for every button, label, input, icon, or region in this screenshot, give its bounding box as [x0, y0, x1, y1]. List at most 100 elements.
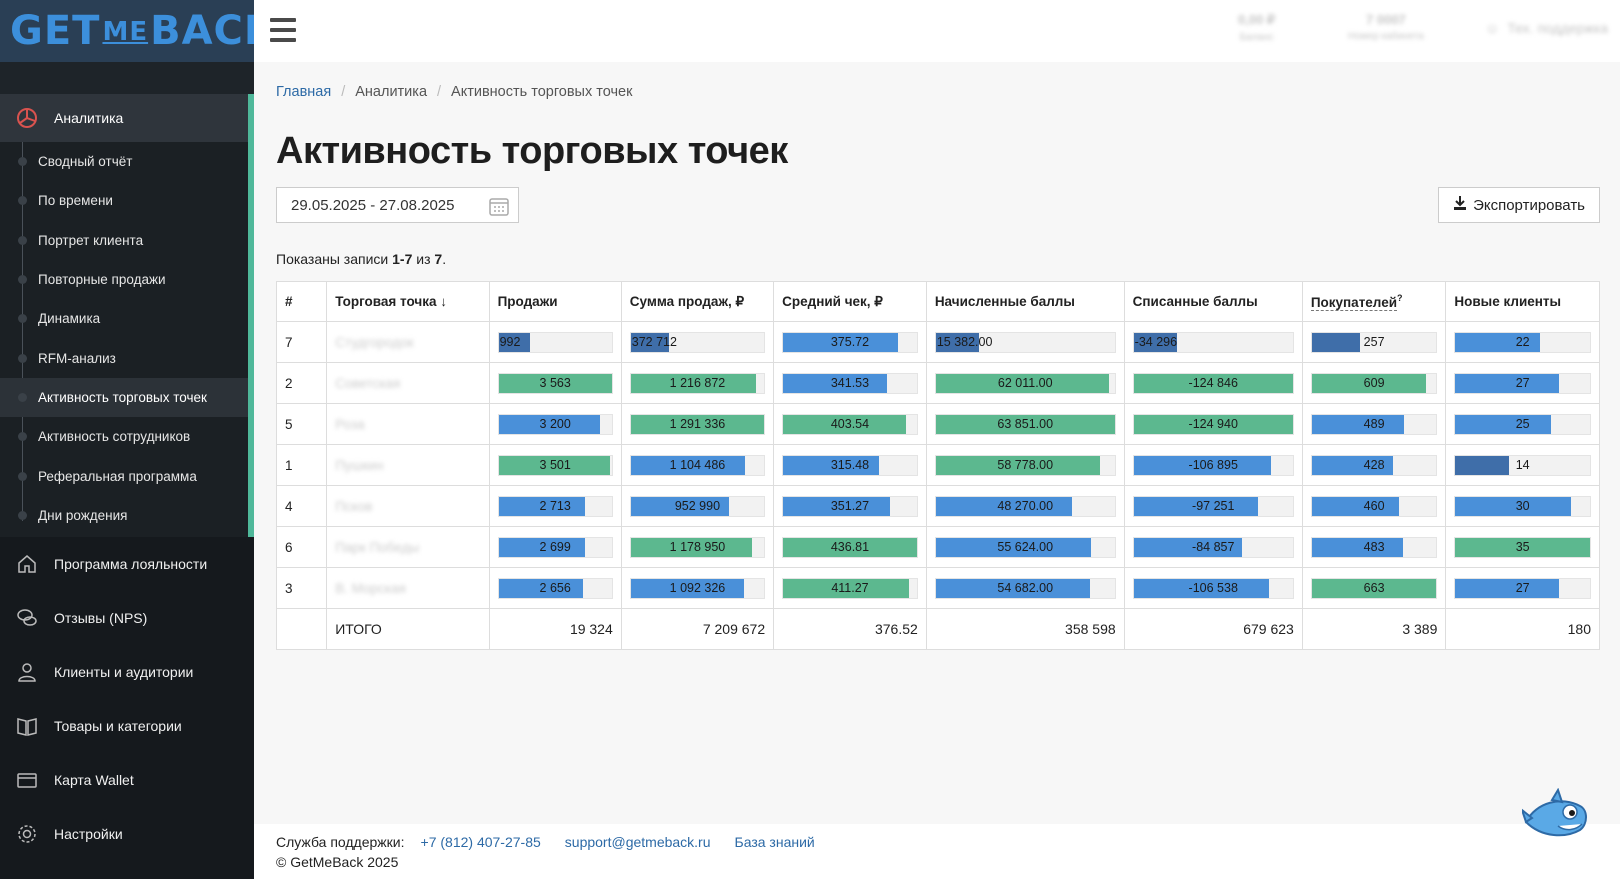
- metric-value: 30: [1515, 499, 1530, 513]
- metric-bar: 1 178 950: [629, 536, 766, 558]
- metric-bar: 2 699: [497, 536, 613, 558]
- metric-cell: 2 699: [488, 526, 622, 568]
- row-number: 7: [275, 321, 328, 363]
- sidebar-subitem-label: Активность сотрудников: [38, 429, 191, 445]
- col-new-clients[interactable]: Новые клиенты: [1445, 281, 1600, 322]
- knowledge-base-link[interactable]: База знаний: [735, 834, 815, 850]
- metric-value: 1 216 872: [669, 376, 726, 390]
- row-number: 1: [275, 444, 328, 486]
- total-value: 19 324: [488, 608, 622, 650]
- sidebar-subitem-by-time[interactable]: По времени: [0, 181, 248, 220]
- sidebar-subitem-label: Портрет клиента: [38, 232, 144, 248]
- metric-bar: 3 563: [497, 372, 613, 394]
- sidebar-item-label: Настройки: [54, 825, 123, 842]
- breadcrumb-home[interactable]: Главная: [276, 84, 331, 100]
- sidebar-subitem-store-activity[interactable]: Активность торговых точек: [0, 377, 248, 418]
- metric-cell: 55 624.00: [925, 526, 1125, 568]
- user-menu[interactable]: ☺ Тех. поддержка: [1485, 20, 1608, 36]
- metric-bar: 609: [1310, 372, 1438, 394]
- sidebar-subitem-referral[interactable]: Реферальная программа: [0, 456, 248, 495]
- sidebar-item-label: Программа лояльности: [54, 555, 208, 572]
- sidebar-subitem-label: Дни рождения: [38, 507, 128, 523]
- total-value: 180: [1445, 608, 1600, 650]
- metric-bar: -106 895: [1132, 454, 1294, 476]
- metric-bar: 2 713: [497, 495, 613, 517]
- col-accrued-points[interactable]: Начисленные баллы: [925, 281, 1125, 322]
- account-stat[interactable]: 7 0007 Номер кабинета: [1348, 12, 1424, 42]
- sidebar-subitem-label: Повторные продажи: [38, 272, 166, 288]
- sidebar-item-clients[interactable]: Клиенты и аудитории: [0, 645, 254, 699]
- metric-bar: 436.81: [782, 536, 918, 558]
- support-phone-link[interactable]: +7 (812) 407-27-85: [421, 834, 541, 850]
- date-range-input[interactable]: 29.05.2025 - 27.08.2025: [276, 187, 519, 223]
- metric-cell: 35: [1445, 526, 1600, 568]
- metric-value: 1 178 950: [669, 540, 726, 554]
- total-value: 376.52: [773, 608, 927, 650]
- metric-cell: 1 291 336: [620, 403, 775, 445]
- metric-bar: 1 092 326: [629, 577, 766, 599]
- metric-bar: 257: [1310, 331, 1438, 353]
- table-body: 7 Студгородок 992 372 712 375.72 15 382.0…: [275, 321, 1600, 650]
- metric-bar: -124 846: [1132, 372, 1294, 394]
- sidebar-subitem-label: Активность торговых точек: [38, 389, 207, 405]
- store-name[interactable]: Парк Победы: [326, 526, 490, 568]
- store-name[interactable]: Псков: [326, 485, 490, 527]
- metric-bar: 63 851.00: [934, 413, 1116, 435]
- sidebar-subitem-repeat-sales[interactable]: Повторные продажи: [0, 260, 248, 299]
- sidebar-item-loyalty[interactable]: Программа лояльности: [0, 537, 254, 591]
- sidebar-subitem-dynamics[interactable]: Динамика: [0, 299, 248, 338]
- analytics-icon: [16, 107, 38, 129]
- metric-value: 428: [1363, 458, 1385, 472]
- sidebar-item-reviews[interactable]: Отзывы (NPS): [0, 591, 254, 645]
- support-label: Служба поддержки:: [276, 834, 405, 850]
- col-buyers[interactable]: Покупателей?: [1301, 281, 1447, 322]
- balance-stat[interactable]: 0,00 ₽ Баланс: [1238, 12, 1275, 43]
- col-avg-check[interactable]: Средний чек, ₽: [773, 281, 927, 322]
- metric-value: 460: [1363, 499, 1385, 513]
- metric-value: 2 699: [539, 540, 571, 554]
- metric-bar: 3 200: [497, 413, 613, 435]
- metric-value: 411.27: [831, 581, 869, 595]
- col-sales-sum[interactable]: Сумма продаж, ₽: [620, 281, 775, 322]
- sidebar-subitem-portrait[interactable]: Портрет клиента: [0, 221, 248, 260]
- export-button[interactable]: Экспортировать: [1438, 187, 1600, 223]
- calendar-icon[interactable]: [488, 195, 510, 221]
- metric-bar: 375.72: [782, 331, 918, 353]
- menu-toggle-icon[interactable]: [270, 18, 296, 42]
- store-name[interactable]: Пушкин: [326, 444, 490, 486]
- sidebar-item-settings[interactable]: Настройки: [0, 807, 254, 861]
- sidebar-subitem-label: Сводный отчёт: [38, 154, 133, 170]
- store-name[interactable]: В. Морская: [326, 567, 490, 609]
- sidebar-subitem-birthdays[interactable]: Дни рождения: [0, 496, 248, 535]
- sidebar-item-products[interactable]: Товары и категории: [0, 699, 254, 753]
- metric-bar: 1 291 336: [629, 413, 766, 435]
- store-name[interactable]: Студгородок: [326, 321, 490, 363]
- sidebar-item-analytics[interactable]: Аналитика: [0, 94, 254, 142]
- metric-cell: 62 011.00: [925, 362, 1125, 404]
- records-summary: Показаны записи 1-7 из 7.: [276, 251, 447, 267]
- sidebar-item-wallet[interactable]: Карта Wallet: [0, 753, 254, 807]
- metric-value: 3 501: [539, 458, 571, 472]
- buyers-hint-icon[interactable]: ?: [1397, 293, 1403, 303]
- support-chat-shark-icon[interactable]: [1519, 787, 1590, 847]
- col-spent-points[interactable]: Списанные баллы: [1123, 281, 1303, 322]
- metric-bar: 25: [1454, 413, 1591, 435]
- home-icon: [16, 553, 38, 575]
- col-sales[interactable]: Продажи: [488, 281, 622, 322]
- logo[interactable]: GETMEBACK: [0, 0, 254, 62]
- support-email-link[interactable]: support@getmeback.ru: [565, 834, 711, 850]
- store-name[interactable]: Роза: [326, 403, 490, 445]
- breadcrumb-section[interactable]: Аналитика: [355, 84, 427, 100]
- sidebar-subitem-rfm[interactable]: RFM-анализ: [0, 338, 248, 377]
- sidebar-item-label: Товары и категории: [54, 717, 182, 734]
- store-name[interactable]: Советская: [326, 362, 490, 404]
- metric-value: 315.48: [830, 458, 870, 472]
- sidebar-subitem-staff-activity[interactable]: Активность сотрудников: [0, 417, 248, 456]
- col-store[interactable]: Торговая точка ↓: [326, 281, 490, 322]
- metric-value: 35: [1515, 540, 1530, 554]
- metric-cell: 3 563: [488, 362, 622, 404]
- metric-value: -124 940: [1188, 417, 1238, 431]
- metric-bar: 27: [1454, 372, 1591, 394]
- sidebar-item-label: Аналитика: [54, 110, 124, 126]
- sidebar-subitem-summary[interactable]: Сводный отчёт: [0, 142, 248, 181]
